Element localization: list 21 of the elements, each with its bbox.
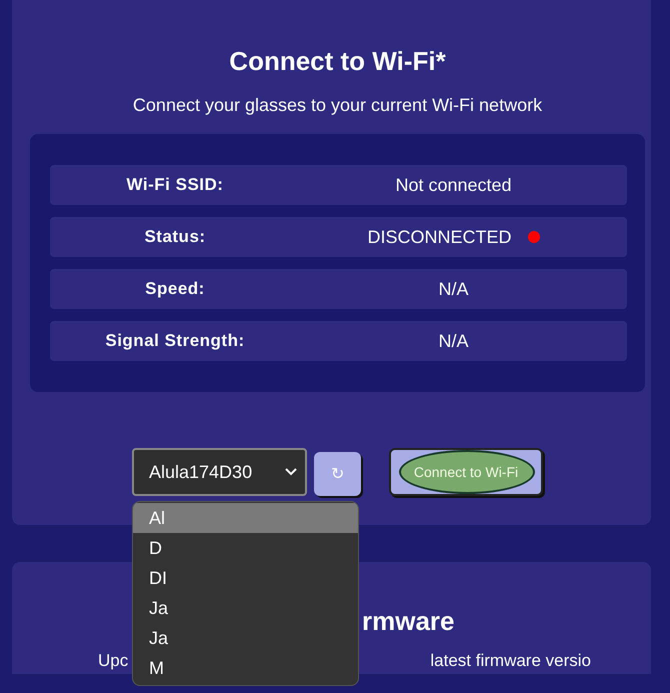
card-subtitle: latest firmware versio [430, 651, 591, 671]
row-label: Status: [144, 227, 206, 247]
chevron-icon [285, 468, 297, 476]
card-subtitle: Upc [98, 651, 128, 671]
row-value: Not connected [395, 174, 512, 196]
dropdown-option[interactable]: Al [133, 503, 358, 533]
network-select[interactable]: Alula174D30 [132, 448, 307, 496]
dropdown-option[interactable]: Ja [133, 623, 358, 653]
row-value: DISCONNECTED [367, 226, 512, 248]
dropdown-option[interactable]: DI [133, 563, 358, 593]
row-label: Speed: [145, 279, 205, 299]
row-label: Signal Strength: [105, 331, 245, 351]
dropdown-option[interactable]: D [133, 533, 358, 563]
card-subtitle: Connect your glasses to your current Wi-Fi network [132, 95, 542, 116]
dropdown-option[interactable]: Ja [133, 593, 358, 623]
card-title: Connect to Wi-Fi* [229, 46, 446, 77]
dropdown-option[interactable]: M [133, 653, 358, 683]
card-title: rmware [362, 606, 456, 637]
row-label: Wi-Fi SSID: [126, 175, 224, 195]
row-value: N/A [438, 330, 468, 352]
row-value: N/A [438, 278, 468, 300]
